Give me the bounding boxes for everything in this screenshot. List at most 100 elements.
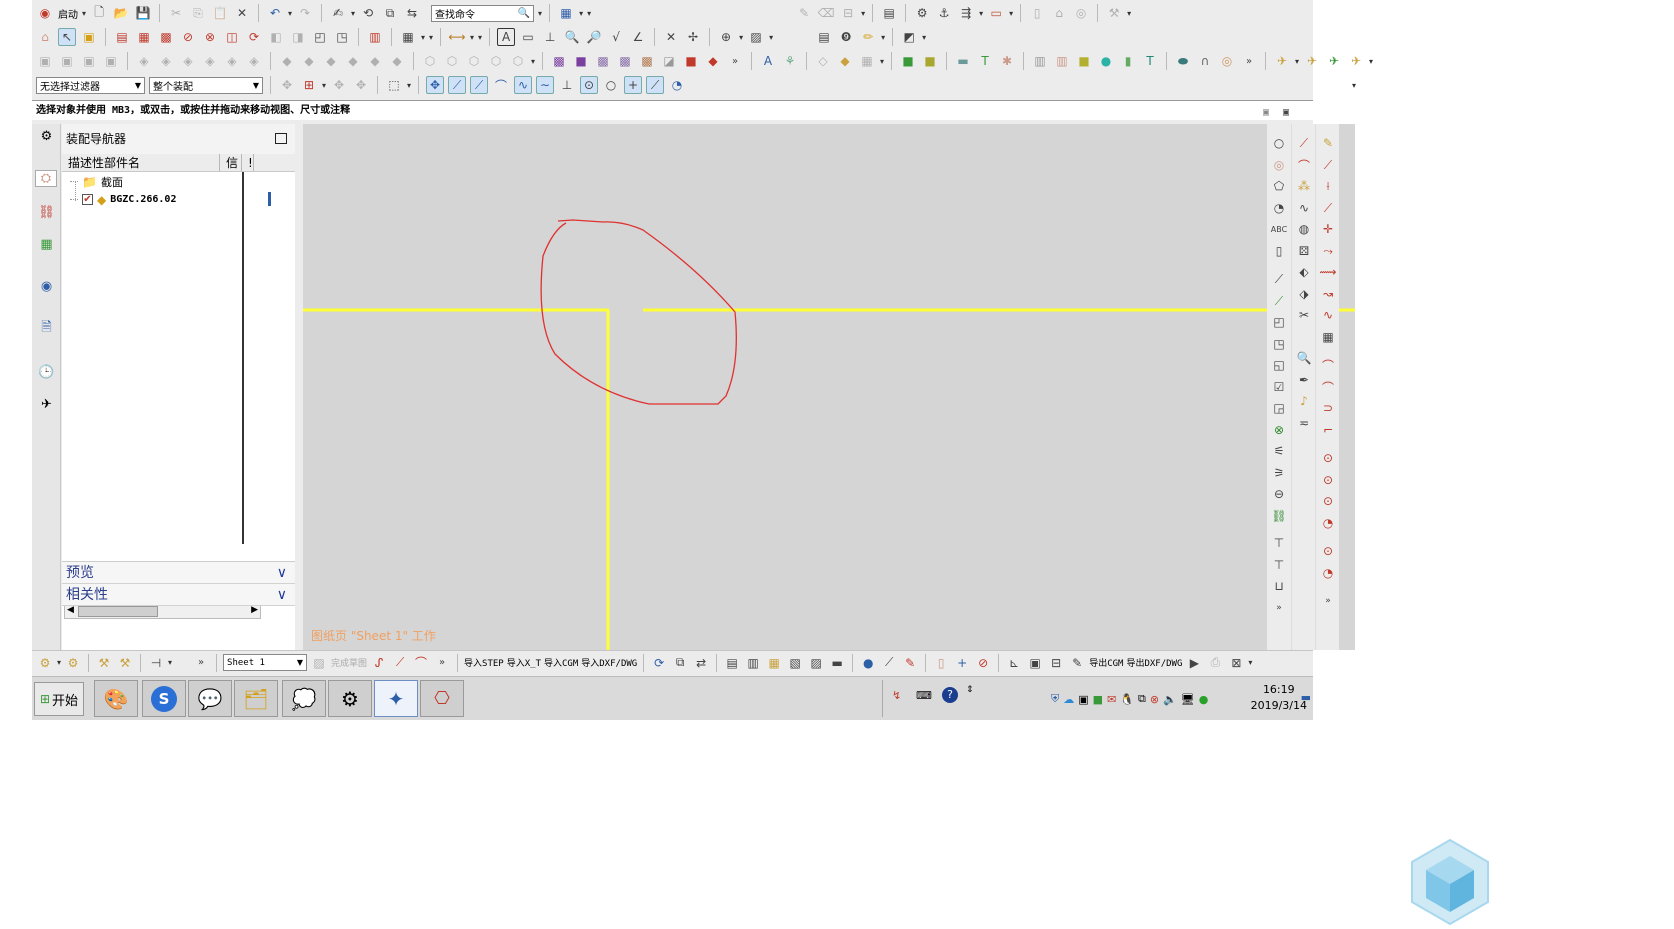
switch-window-icon[interactable]: ⇆ (403, 4, 421, 22)
detail-view-icon[interactable]: ⊗ (201, 28, 219, 46)
chevron-down-icon[interactable]: ▾ (322, 81, 326, 90)
solid-icon-3[interactable]: ◆ (322, 52, 340, 70)
chevron-down-icon[interactable]: ▾ (288, 9, 292, 18)
teal-tool-icon-3[interactable]: ✱ (998, 52, 1016, 70)
select-arrow-icon[interactable]: ↖ (58, 28, 76, 46)
view-tool-icon-1[interactable]: ▤ (723, 654, 741, 672)
frame-icon[interactable]: ▯ (1270, 242, 1288, 260)
copy-view-icon[interactable]: ⧉ (671, 654, 689, 672)
export-cgm-button[interactable]: 导出CGM (1089, 656, 1123, 669)
paste-icon[interactable]: 📋 (211, 4, 229, 22)
sheet-select[interactable]: Sheet 1 ▼ (223, 654, 308, 671)
history-clock-icon[interactable]: 🕒 (38, 364, 55, 381)
assembly-constraint-icon[interactable]: ⚙ (64, 654, 82, 672)
network-icon[interactable]: ▣ (1078, 693, 1088, 706)
snap-control-icon[interactable]: ⌒ (492, 76, 510, 94)
assembly-scope-select[interactable]: 整个装配 ▼ (149, 76, 263, 94)
link-icon[interactable]: ⛓ (1270, 507, 1288, 525)
surface-finish-icon[interactable]: √ (607, 28, 625, 46)
finish-sketch-label[interactable]: 完成草图 (331, 656, 367, 669)
more-icon[interactable]: » (726, 52, 744, 70)
shading-icon-6[interactable]: ◪ (660, 52, 678, 70)
circle-icon[interactable]: ○ (1270, 134, 1288, 152)
shading-icon-2[interactable]: ■ (572, 52, 590, 70)
solid-icon-6[interactable]: ◆ (388, 52, 406, 70)
chevron-down-icon[interactable]: ▾ (531, 57, 535, 66)
move-tool-icon[interactable]: ⚒ (95, 654, 113, 672)
chevron-down-icon[interactable]: ▾ (861, 9, 865, 18)
chevron-down-icon[interactable]: ▾ (478, 33, 482, 42)
trim-red-icon[interactable]: ⟊ (1319, 177, 1337, 195)
circle-center-icon[interactable]: ◎ (1270, 156, 1288, 174)
measure-angle-icon[interactable]: ◰ (1270, 313, 1288, 331)
maximize-icon[interactable] (275, 133, 287, 144)
search-icon[interactable]: 🔍 (518, 8, 530, 19)
feature-icon-3[interactable]: ◈ (179, 52, 197, 70)
chevron-down-icon[interactable]: ▾ (979, 9, 983, 18)
select-face-icon[interactable]: ✥ (330, 76, 348, 94)
drawing-view-icon[interactable]: ▤ (113, 28, 131, 46)
bracket-red-icon[interactable]: ⊃ (1319, 399, 1337, 417)
taskbar-app-nx[interactable]: ✦ (374, 680, 418, 717)
more-icon[interactable]: » (1240, 52, 1258, 70)
chevron-down-icon[interactable]: ▾ (587, 9, 591, 18)
snap-bounded-icon[interactable]: ◔ (668, 76, 686, 94)
more-icon[interactable]: » (192, 654, 210, 672)
swap-icon[interactable]: ⇄ (692, 654, 710, 672)
green-line-icon[interactable]: ⟋ (1270, 292, 1288, 310)
window-restore-icon[interactable]: ▣ (1263, 103, 1269, 123)
printer-icon[interactable]: ⎙ (1206, 654, 1224, 672)
feature-icon-6[interactable]: ◈ (245, 52, 263, 70)
start-button[interactable]: ⊞ 开始 (34, 682, 84, 716)
arc-red-icon-1[interactable]: ⌒ (1319, 356, 1337, 374)
pen-icon[interactable]: ✎ (901, 654, 919, 672)
cut-icon[interactable]: ✂ (167, 4, 185, 22)
note-icon[interactable]: A (497, 28, 516, 46)
import-step-button[interactable]: 导入STEP (464, 656, 504, 669)
part-icon-4[interactable]: ▣ (102, 52, 120, 70)
teal-tool-icon-1[interactable]: ▬ (954, 52, 972, 70)
undo-icon[interactable]: ↶ (266, 4, 284, 22)
check-box-icon[interactable]: ☑ (1270, 378, 1288, 396)
chevron-down-icon[interactable]: ▾ (470, 33, 474, 42)
offset-icon[interactable]: ⊖ (1270, 485, 1288, 503)
mail-icon[interactable]: ✉ (1107, 693, 1116, 706)
curve-red-icon[interactable]: ⤳ (1319, 242, 1337, 260)
tree-node-section-folder[interactable]: 📁 截面 (70, 172, 123, 191)
curve-param-icon[interactable]: ♪ (1295, 392, 1313, 410)
qq-penguin-icon[interactable]: 🐧 (1120, 693, 1134, 706)
assembly-navigator-icon[interactable]: ⛭ (35, 170, 57, 187)
weld-symbol-icon[interactable]: ∠ (629, 28, 647, 46)
helix-icon[interactable]: ◍ (1295, 220, 1313, 238)
dim-red-icon[interactable]: ⟋ (1319, 199, 1337, 217)
constraint-navigator-icon[interactable]: ⛓ (38, 204, 55, 221)
network-status-icon[interactable]: ⊗ (1150, 693, 1159, 706)
cube-icon-2[interactable]: ◆ (836, 52, 854, 70)
line-icon[interactable]: ⟋ (1270, 270, 1288, 288)
taskbar-app-settings[interactable]: ⚙ (328, 680, 372, 717)
cube-icon-3[interactable]: ▦ (858, 52, 876, 70)
constraint-icon[interactable]: ⚓ (935, 4, 953, 22)
view-dim-icon-1[interactable]: ◧ (267, 28, 285, 46)
body-icon-5[interactable]: ⬡ (509, 52, 527, 70)
circle-red-icon-3[interactable]: ⊙ (1319, 492, 1337, 510)
section-view-icon[interactable]: ⊘ (179, 28, 197, 46)
view-tool-icon-3[interactable]: ▦ (765, 654, 783, 672)
snap-center-icon[interactable]: ⊙ (580, 76, 599, 94)
solid-icon-4[interactable]: ◆ (344, 52, 362, 70)
web-browser-icon[interactable]: 🗎 (38, 320, 55, 337)
delete-icon[interactable]: ✕ (233, 4, 251, 22)
break-view-icon[interactable]: ◫ (223, 28, 241, 46)
chevron-down-icon[interactable]: ▾ (922, 33, 926, 42)
table-row-icon[interactable]: ⊤ (1270, 556, 1288, 574)
view-boundary-icon[interactable]: ◰ (311, 28, 329, 46)
taskbar-app-pdf[interactable]: ⎔ (420, 680, 464, 717)
repeat-command-icon[interactable]: ⟲ (359, 4, 377, 22)
tray-quick-icon-2[interactable]: ⌨ (916, 689, 932, 702)
export-tool-icon-3[interactable]: ✎ (1068, 654, 1086, 672)
line-red-small-icon[interactable]: ⟋ (391, 654, 409, 672)
image-icon[interactable]: ▨ (747, 28, 765, 46)
target-point-icon[interactable]: ⊕ (717, 28, 735, 46)
more-icon[interactable]: » (433, 654, 451, 672)
chevron-down-icon[interactable]: ∨ (277, 584, 287, 606)
